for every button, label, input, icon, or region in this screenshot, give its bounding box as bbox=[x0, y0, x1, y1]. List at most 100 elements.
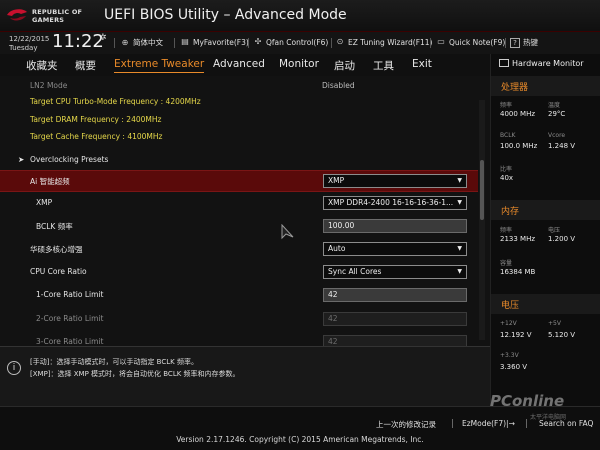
voltage-section-title: 电压 bbox=[501, 301, 520, 311]
cpu-freq-value: 4000 MHz bbox=[500, 110, 536, 118]
globe-icon: ⊕ bbox=[121, 37, 129, 47]
tab-boot[interactable]: 启动 bbox=[334, 58, 355, 73]
language-label: 简体中文 bbox=[133, 38, 163, 47]
last-modified-button[interactable]: 上一次的修改记录 bbox=[376, 419, 436, 430]
cpu-temp-label: 温度 bbox=[548, 102, 561, 109]
wand-icon: ⊙ bbox=[336, 37, 344, 46]
settings-panel: LN2 Mode Disabled Target CPU Turbo-Mode … bbox=[0, 76, 490, 346]
cpu-vcore-value: 1.248 V bbox=[548, 142, 576, 150]
mem-volt-value: 1.200 V bbox=[548, 235, 576, 243]
mem-volt-label: 电压 bbox=[548, 227, 561, 234]
gear-icon[interactable]: ✲ bbox=[99, 33, 107, 43]
mem-capacity-value: 16384 MB bbox=[500, 268, 536, 276]
ln2-mode-label: LN2 Mode bbox=[30, 81, 68, 90]
qfan-button[interactable]: ✣ Qfan Control(F6) bbox=[253, 37, 329, 47]
core3-ratio-input: 42 bbox=[323, 335, 467, 346]
scrollbar-track[interactable] bbox=[479, 100, 485, 340]
toolbar-divider bbox=[505, 38, 506, 48]
xmp-select[interactable]: XMP DDR4-2400 16-16-16-36-1... ▼ bbox=[323, 196, 467, 210]
pconline-watermark: PConline bbox=[490, 392, 565, 410]
cpu-section-header: 处理器 bbox=[491, 76, 600, 96]
hardware-monitor-title: Hardware Monitor bbox=[499, 59, 584, 68]
cpu-temp-value: 29°C bbox=[548, 110, 566, 118]
cpu-core-ratio-row[interactable]: CPU Core Ratio Sync All Cores ▼ bbox=[0, 262, 478, 284]
ai-overclock-row[interactable]: Ai 智能超频 XMP ▼ bbox=[0, 170, 478, 192]
tab-main[interactable]: 概要 bbox=[75, 58, 96, 73]
bclk-label: BCLK 频率 bbox=[36, 222, 73, 231]
toolbar-divider bbox=[331, 38, 332, 48]
cpu-ratio-value: 40x bbox=[500, 174, 514, 182]
main-nav: 收藏夹 概要 Extreme Tweaker Advanced Monitor … bbox=[0, 54, 490, 76]
multicore-enhancement-row[interactable]: 华硕多核心增强 Auto ▼ bbox=[0, 239, 478, 261]
language-button[interactable]: ⊕ 简体中文 bbox=[120, 37, 163, 48]
quick-note-button[interactable]: ▭ Quick Note(F9) bbox=[436, 37, 505, 47]
v12-label: +12V bbox=[500, 320, 517, 327]
ai-overclock-select[interactable]: XMP ▼ bbox=[323, 174, 467, 188]
tab-favorites[interactable]: 收藏夹 bbox=[26, 58, 58, 73]
title-bar: REPUBLIC OF GAMERS UEFI BIOS Utility – A… bbox=[0, 0, 600, 32]
memory-section-header: 内存 bbox=[491, 200, 600, 220]
tab-advanced[interactable]: Advanced bbox=[213, 58, 265, 70]
note-icon: ▭ bbox=[437, 37, 445, 46]
core1-ratio-input[interactable]: 42 bbox=[323, 288, 467, 302]
fan-icon: ✣ bbox=[254, 37, 262, 46]
toolbar-divider bbox=[114, 38, 115, 48]
myfavorite-button[interactable]: ▤ MyFavorite(F3) bbox=[180, 37, 249, 47]
core1-ratio-row[interactable]: 1-Core Ratio Limit 42 bbox=[0, 285, 478, 307]
cpu-freq-label: 频率 bbox=[500, 102, 513, 109]
brand-line-1: REPUBLIC OF bbox=[32, 8, 83, 16]
ez-tuning-button[interactable]: ⊙ EZ Tuning Wizard(F11) bbox=[335, 37, 433, 47]
rog-eye-icon bbox=[7, 9, 27, 21]
star-doc-icon: ▤ bbox=[181, 37, 189, 46]
tab-exit[interactable]: Exit bbox=[412, 58, 432, 70]
clock: 11:22 bbox=[52, 31, 104, 52]
tab-extreme-tweaker[interactable]: Extreme Tweaker bbox=[114, 58, 205, 73]
xmp-row[interactable]: XMP XMP DDR4-2400 16-16-16-36-1... ▼ bbox=[0, 193, 478, 215]
target-cpu-label: Target CPU Turbo-Mode Frequency : 4200MH… bbox=[30, 97, 201, 106]
multicore-enhancement-label: 华硕多核心增强 bbox=[30, 245, 83, 254]
day-text: Tuesday bbox=[9, 44, 38, 52]
xmp-value: XMP DDR4-2400 16-16-16-36-1... bbox=[328, 198, 454, 207]
rog-logo: REPUBLIC OF GAMERS bbox=[6, 4, 96, 28]
tab-monitor[interactable]: Monitor bbox=[279, 58, 319, 70]
scrollbar-thumb[interactable] bbox=[480, 160, 484, 220]
bottom-divider bbox=[452, 419, 453, 428]
bclk-row[interactable]: BCLK 频率 100.00 bbox=[0, 216, 478, 238]
ezmode-button[interactable]: EzMode(F7)|→ bbox=[462, 419, 515, 428]
ai-overclock-value: XMP bbox=[328, 176, 345, 185]
core2-ratio-label: 2-Core Ratio Limit bbox=[36, 314, 104, 323]
memory-section-title: 内存 bbox=[501, 207, 520, 217]
hotkeys-button[interactable]: ? 热键 bbox=[510, 37, 538, 48]
chevron-right-icon: ➤ bbox=[18, 155, 25, 164]
date-text: 12/22/2015 bbox=[9, 35, 50, 43]
version-text: Version 2.17.1246. Copyright (C) 2015 Am… bbox=[176, 435, 424, 444]
cpu-core-ratio-select[interactable]: Sync All Cores ▼ bbox=[323, 265, 467, 279]
hotkeys-label: 热键 bbox=[523, 38, 538, 47]
tab-tool[interactable]: 工具 bbox=[373, 58, 394, 73]
qfan-label: Qfan Control(F6) bbox=[266, 37, 329, 47]
pconline-watermark-sub: 太平洋电脑网 bbox=[530, 414, 567, 421]
bclk-input[interactable]: 100.00 bbox=[323, 219, 467, 233]
info-icon: i bbox=[7, 361, 21, 375]
core2-ratio-input: 42 bbox=[323, 312, 467, 326]
caret-down-icon: ▼ bbox=[457, 199, 462, 206]
core3-ratio-label: 3-Core Ratio Limit bbox=[36, 337, 104, 346]
toolbar-divider bbox=[430, 38, 431, 48]
v33-value: 3.360 V bbox=[500, 363, 528, 371]
overclocking-presets-row[interactable]: ➤ Overclocking Presets bbox=[0, 150, 478, 172]
mouse-cursor-icon bbox=[281, 224, 294, 240]
v5-label: +5V bbox=[548, 320, 561, 327]
multicore-enhancement-select[interactable]: Auto ▼ bbox=[323, 242, 467, 256]
core3-ratio-row: 3-Core Ratio Limit 42 bbox=[0, 332, 478, 346]
target-cache-row: Target Cache Frequency : 4100MHz bbox=[0, 127, 478, 149]
multicore-enhancement-value: Auto bbox=[328, 244, 346, 253]
toolbar-divider bbox=[248, 38, 249, 48]
date-display: 12/22/2015 Tuesday bbox=[9, 35, 49, 53]
v33-label: +3.3V bbox=[500, 352, 519, 359]
core2-ratio-row: 2-Core Ratio Limit 42 bbox=[0, 309, 478, 331]
help-line-1: [手动]：选择手动模式时，可以手动指定 BCLK 频率。 bbox=[30, 358, 198, 366]
help-icon: ? bbox=[510, 37, 520, 48]
cpu-core-ratio-label: CPU Core Ratio bbox=[30, 267, 87, 276]
mem-freq-label: 频率 bbox=[500, 227, 513, 234]
hardware-monitor-label: Hardware Monitor bbox=[512, 59, 584, 68]
